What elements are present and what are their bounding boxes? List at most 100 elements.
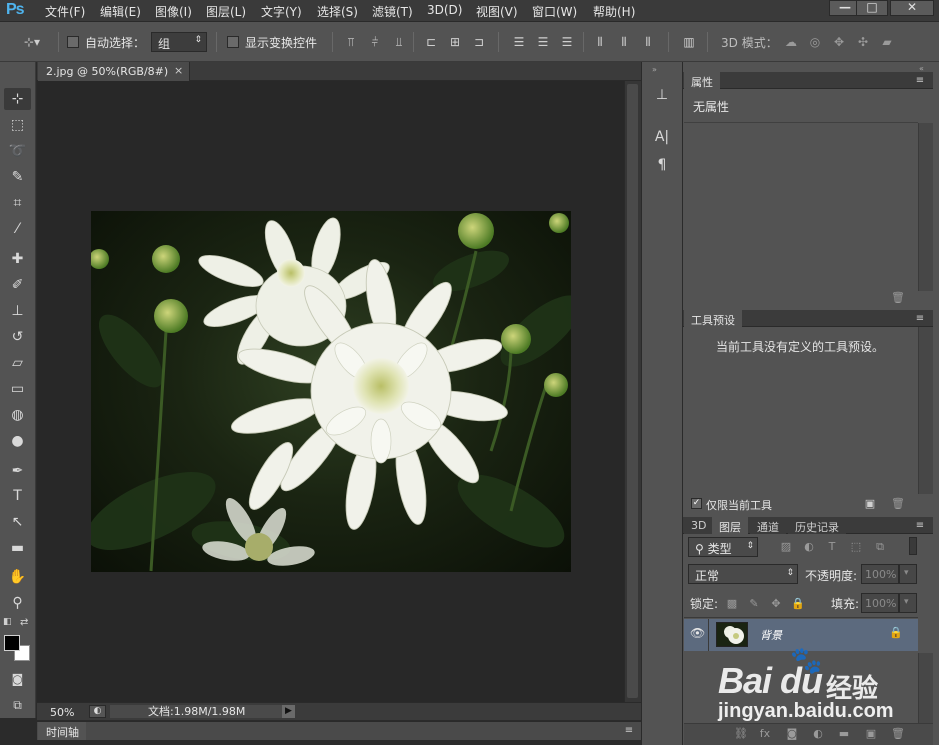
tab-tool-presets[interactable]: 工具预设 — [684, 310, 742, 327]
quick-select-tool-icon[interactable]: ✎ — [4, 166, 31, 188]
swap-colors-icon[interactable]: ⇄ — [20, 617, 28, 628]
shape-tool-icon[interactable]: ▬ — [4, 537, 31, 559]
distribute-hcenter-icon[interactable]: ⫴ — [616, 34, 632, 50]
delete-layer-icon[interactable]: 🗑 — [890, 727, 906, 741]
lock-position-icon[interactable]: ✥ — [768, 597, 784, 611]
3d-slide-icon[interactable]: ✣ — [855, 34, 871, 50]
quick-mask-icon[interactable]: ◙ — [4, 668, 31, 690]
tab-properties[interactable]: 属性 — [684, 72, 720, 89]
menu-window[interactable]: 窗口(W) — [532, 3, 577, 20]
align-right-icon[interactable]: ⊐ — [471, 34, 487, 50]
new-layer-icon[interactable]: ▣ — [863, 727, 879, 741]
blur-tool-icon[interactable]: ◍ — [4, 404, 31, 426]
close-tab-icon[interactable]: × — [174, 64, 183, 77]
distribute-bottom-icon[interactable]: ☰ — [559, 34, 575, 50]
tab-layers[interactable]: 图层 — [712, 517, 748, 534]
move-tool-preset-icon[interactable]: ⊹▾ — [20, 34, 44, 50]
zoom-tool-icon[interactable]: ⚲ — [4, 592, 31, 614]
tab-channels[interactable]: 通道 — [750, 517, 786, 534]
move-tool-icon[interactable]: ⊹ — [4, 88, 31, 110]
new-group-icon[interactable]: ▬ — [836, 727, 852, 741]
3d-scale-icon[interactable]: ▰ — [879, 34, 895, 50]
document-tab[interactable]: 2.jpg @ 50%(RGB/8#) — [38, 62, 190, 81]
scrollbar-thumb[interactable] — [627, 84, 638, 698]
distribute-right-icon[interactable]: ⫴ — [640, 34, 656, 50]
align-bottom-icon[interactable]: ⫫ — [391, 34, 407, 50]
opacity-input[interactable]: 100% — [861, 564, 899, 584]
fill-input[interactable]: 100% — [861, 593, 899, 613]
current-tool-only-checkbox[interactable]: ✓ — [691, 498, 702, 509]
filter-pixel-icon[interactable]: ▨ — [778, 540, 794, 554]
menu-view[interactable]: 视图(V) — [476, 3, 518, 20]
layer-filter-dropdown[interactable]: ⚲ 类型 ⇕ — [688, 537, 758, 557]
filter-adjustment-icon[interactable]: ◐ — [801, 540, 817, 554]
filter-smart-object-icon[interactable]: ⧉ — [872, 540, 888, 554]
layer-name[interactable]: 背景 — [760, 627, 782, 643]
tab-3d[interactable]: 3D — [684, 517, 714, 534]
menu-file[interactable]: 文件(F) — [45, 3, 85, 20]
dock-collapse-icon[interactable]: » — [652, 65, 657, 74]
filter-shape-icon[interactable]: ⬚ — [848, 540, 864, 554]
align-left-icon[interactable]: ⊏ — [423, 34, 439, 50]
distribute-top-icon[interactable]: ☰ — [511, 34, 527, 50]
history-brush-tool-icon[interactable]: ↺ — [4, 326, 31, 348]
character-panel-icon[interactable]: A| — [648, 126, 676, 148]
eyedropper-tool-icon[interactable]: ⁄ — [4, 218, 31, 240]
menu-select[interactable]: 选择(S) — [317, 3, 358, 20]
tool-presets-scrollbar[interactable] — [918, 327, 933, 494]
align-vcenter-icon[interactable]: ⫩ — [367, 34, 383, 50]
menu-3d[interactable]: 3D(D) — [427, 3, 462, 17]
marquee-tool-icon[interactable]: ⬚ — [4, 114, 31, 136]
menu-help[interactable]: 帮助(H) — [593, 3, 635, 20]
pen-tool-icon[interactable]: ✒ — [4, 460, 31, 482]
paragraph-panel-icon[interactable]: ¶ — [648, 154, 676, 176]
menu-edit[interactable]: 编辑(E) — [100, 3, 141, 20]
auto-select-dropdown[interactable]: 组 ⇕ — [151, 32, 207, 52]
opacity-dropdown-arrow[interactable]: ▾ — [899, 564, 917, 584]
foreground-color-swatch[interactable] — [4, 635, 20, 651]
new-preset-icon[interactable]: ▣ — [862, 497, 878, 511]
lock-image-icon[interactable]: ✎ — [746, 597, 762, 611]
close-window-button[interactable]: ✕ — [890, 0, 934, 16]
auto-align-icon[interactable]: ▥ — [681, 34, 697, 50]
filter-toggle[interactable] — [909, 537, 917, 555]
3d-roll-icon[interactable]: ◎ — [807, 34, 823, 50]
layers-menu-icon[interactable]: ≡ — [913, 521, 927, 531]
clone-source-icon[interactable]: ⊥ — [648, 84, 676, 106]
show-transform-checkbox[interactable] — [227, 36, 239, 48]
menu-filter[interactable]: 滤镜(T) — [372, 3, 413, 20]
timeline-tab[interactable]: 时间轴 — [38, 722, 86, 740]
3d-pan-icon[interactable]: ✥ — [831, 34, 847, 50]
properties-menu-icon[interactable]: ≡ — [913, 76, 927, 86]
blend-mode-dropdown[interactable]: 正常 ⇕ — [688, 564, 798, 584]
preset-delete-icon[interactable]: 🗑 — [890, 497, 906, 511]
eraser-tool-icon[interactable]: ▱ — [4, 352, 31, 374]
tool-presets-menu-icon[interactable]: ≡ — [913, 314, 927, 324]
adjustment-layer-icon[interactable]: ◐ — [810, 727, 826, 741]
hand-tool-icon[interactable]: ✋ — [4, 566, 31, 588]
clone-stamp-tool-icon[interactable]: ⊥ — [4, 300, 31, 322]
lock-all-icon[interactable]: 🔒 — [790, 597, 806, 611]
tab-history[interactable]: 历史记录 — [788, 517, 846, 534]
properties-delete-icon[interactable]: 🗑 — [890, 291, 906, 305]
lasso-tool-icon[interactable]: ➰ — [4, 140, 31, 162]
menu-type[interactable]: 文字(Y) — [261, 3, 302, 20]
crop-tool-icon[interactable]: ⌗ — [4, 192, 31, 214]
status-menu-arrow-icon[interactable]: ▶ — [282, 705, 295, 718]
lock-transparent-icon[interactable]: ▩ — [724, 597, 740, 611]
zoom-level[interactable]: 50% — [50, 706, 74, 719]
maximize-button[interactable]: □ — [856, 0, 888, 16]
filter-type-icon[interactable]: T — [824, 540, 840, 554]
layer-style-icon[interactable]: fx — [757, 727, 773, 741]
timeline-menu-icon[interactable]: ≡ — [622, 726, 636, 736]
align-top-icon[interactable]: ⫪ — [343, 34, 359, 50]
screen-mode-icon[interactable]: ⧉ — [4, 694, 31, 716]
3d-rotate-icon[interactable]: ☁ — [783, 34, 799, 50]
dodge-tool-icon[interactable]: ● — [4, 430, 31, 452]
fill-dropdown-arrow[interactable]: ▾ — [899, 593, 917, 613]
path-selection-tool-icon[interactable]: ↖ — [4, 511, 31, 533]
add-mask-icon[interactable]: ◙ — [784, 727, 800, 741]
distribute-vcenter-icon[interactable]: ☰ — [535, 34, 551, 50]
document-image[interactable] — [91, 211, 571, 572]
auto-select-checkbox[interactable] — [67, 36, 79, 48]
